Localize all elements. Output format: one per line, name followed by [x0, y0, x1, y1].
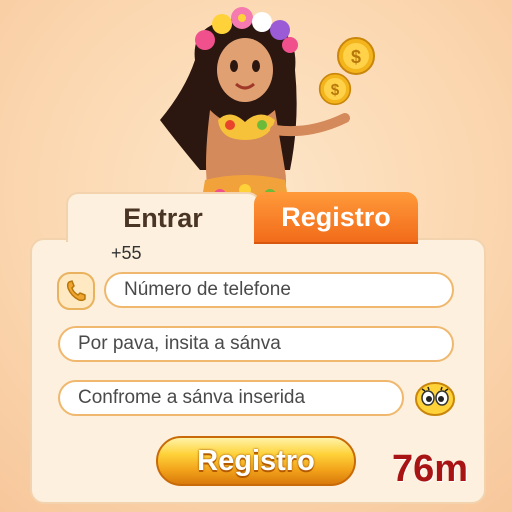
- country-code-prefix[interactable]: +55: [111, 243, 142, 264]
- eye-icon[interactable]: [414, 379, 456, 417]
- password-placeholder: Por pava, insita a sánva: [78, 333, 281, 354]
- tab-register-label: Registro: [281, 201, 391, 232]
- register-button[interactable]: Registro: [156, 436, 356, 486]
- confirm-password-placeholder: Confrome a sánva inserida: [78, 387, 306, 408]
- svg-text:$: $: [331, 82, 340, 99]
- phone-input[interactable]: Número de telefone: [104, 272, 454, 308]
- coin-icon: $: [318, 72, 352, 106]
- password-input[interactable]: Por pava, insita a sánva: [58, 326, 454, 362]
- register-button-label: Registro: [197, 444, 315, 477]
- phone-icon: [57, 272, 95, 310]
- svg-text:$: $: [351, 47, 361, 67]
- tab-register[interactable]: Registro: [254, 192, 418, 242]
- confirm-password-input[interactable]: Confrome a sánva inserida: [58, 380, 404, 416]
- phone-placeholder: Número de telefone: [124, 279, 291, 300]
- timer-badge: 76m: [392, 448, 469, 490]
- tab-login-label: Entrar: [123, 202, 203, 233]
- coin-icon: $: [337, 37, 375, 75]
- tab-login[interactable]: Entrar: [66, 192, 260, 242]
